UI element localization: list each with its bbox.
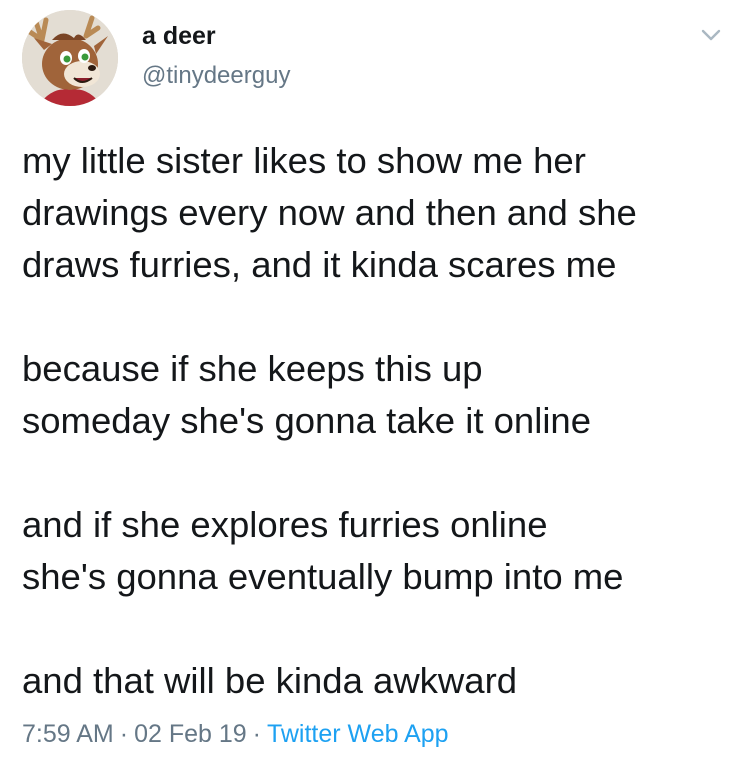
tweet-date[interactable]: 02 Feb 19 (134, 720, 247, 748)
tweet-time[interactable]: 7:59 AM (22, 720, 114, 748)
tweet-card: a deer @tinydeerguy my little sister lik… (0, 0, 743, 767)
author-display-name[interactable]: a deer (142, 24, 216, 49)
chevron-down-icon (701, 29, 721, 41)
tweet-paragraph: my little sister likes to show me her dr… (22, 140, 637, 285)
meta-separator: · (252, 720, 261, 748)
meta-separator: · (119, 720, 129, 748)
deer-avatar-icon (22, 10, 118, 106)
tweet-paragraph: and that will be kinda awkward (22, 660, 518, 701)
tweet-text: my little sister likes to show me her dr… (22, 135, 732, 707)
tweet-source-link[interactable]: Twitter Web App (267, 720, 449, 748)
tweet-paragraph: because if she keeps this up someday she… (22, 348, 592, 441)
tweet-paragraph: and if she explores furries online she's… (22, 504, 624, 597)
tweet-menu-button[interactable] (698, 22, 724, 48)
author-handle[interactable]: @tinydeerguy (142, 64, 290, 88)
avatar[interactable] (22, 10, 118, 106)
tweet-meta: 7:59 AM · 02 Feb 19 · Twitter Web App (22, 722, 449, 747)
